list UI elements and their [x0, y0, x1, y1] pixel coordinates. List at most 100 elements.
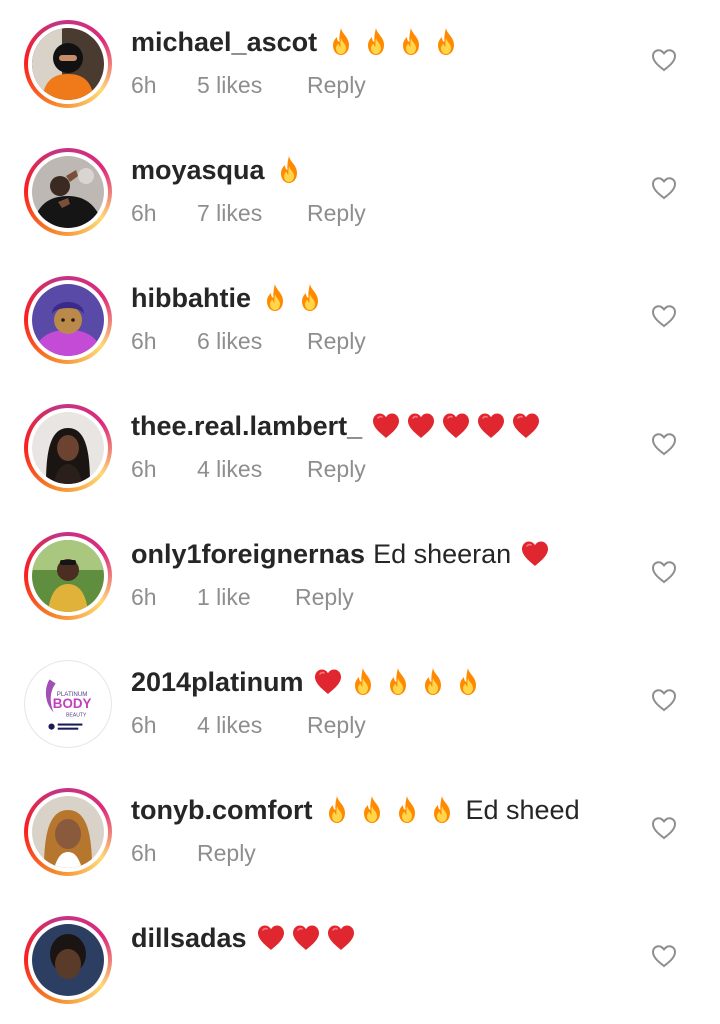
- avatar[interactable]: [24, 916, 112, 1004]
- avatar[interactable]: PLATINUM BODY BEAUTY: [24, 660, 112, 748]
- red-heart-emoji-icon: [255, 922, 287, 954]
- comment-meta: 6h 7 likes Reply: [131, 198, 366, 228]
- comment-body: 2014platinum: [131, 662, 484, 702]
- avatar-image: [32, 28, 104, 100]
- comment-body: only1foreignernas Ed sheeran: [131, 534, 551, 574]
- likes-count[interactable]: 4 likes: [197, 712, 307, 739]
- fire-emoji-icon: [430, 26, 462, 58]
- fire-emoji-icon: [356, 794, 388, 826]
- avatar[interactable]: [24, 532, 112, 620]
- reply-button[interactable]: Reply: [307, 200, 366, 227]
- comment-row: dillsadas: [0, 896, 720, 1024]
- comment-meta: 6h 1 like Reply: [131, 582, 354, 612]
- comment-row: thee.real.lambert_ 6h 4 likes Reply: [0, 384, 720, 512]
- likes-count[interactable]: 1 like: [197, 584, 295, 611]
- avatar-frame: [28, 408, 108, 488]
- avatar-frame: PLATINUM BODY BEAUTY: [25, 661, 111, 747]
- fire-emoji-icon: [259, 282, 291, 314]
- comment-body: tonyb.comfort Ed sheed: [131, 790, 580, 830]
- username-link[interactable]: tonyb.comfort: [131, 795, 313, 826]
- reply-button[interactable]: Reply: [295, 584, 354, 611]
- emoji-group: [519, 538, 551, 570]
- comment-row: PLATINUM BODY BEAUTY 2014platinum 6h 4 likes R…: [0, 640, 720, 768]
- heart-outline-icon[interactable]: [651, 304, 677, 328]
- fire-emoji-icon: [395, 26, 427, 58]
- emoji-group: [255, 922, 357, 954]
- avatar[interactable]: [24, 788, 112, 876]
- comment-body: michael_ascot: [131, 22, 462, 62]
- fire-emoji-icon: [273, 154, 305, 186]
- comment-text: Ed sheed: [465, 794, 580, 825]
- likes-count[interactable]: 5 likes: [197, 72, 307, 99]
- emoji-group: [259, 282, 326, 314]
- comment-meta: 6h 5 likes Reply: [131, 70, 366, 100]
- logo-line3: BEAUTY: [66, 712, 87, 718]
- emoji-group: [312, 666, 484, 698]
- red-heart-emoji-icon: [475, 410, 507, 442]
- username-link[interactable]: dillsadas: [131, 923, 247, 954]
- heart-outline-icon[interactable]: [651, 944, 677, 968]
- comment-body: moyasqua: [131, 150, 305, 190]
- comment-body: thee.real.lambert_: [131, 406, 542, 446]
- avatar-frame: [28, 536, 108, 616]
- username-link[interactable]: 2014platinum: [131, 667, 304, 698]
- reply-button[interactable]: Reply: [197, 840, 256, 867]
- username-link[interactable]: only1foreignernas: [131, 539, 365, 570]
- reply-button[interactable]: Reply: [307, 328, 366, 355]
- username-link[interactable]: moyasqua: [131, 155, 265, 186]
- comment-meta: 6h 6 likes Reply: [131, 326, 366, 356]
- comment-meta: 6h 4 likes Reply: [131, 710, 366, 740]
- reply-button[interactable]: Reply: [307, 712, 366, 739]
- avatar[interactable]: [24, 276, 112, 364]
- heart-outline-icon[interactable]: [651, 432, 677, 456]
- username-link[interactable]: michael_ascot: [131, 27, 317, 58]
- fire-emoji-icon: [294, 282, 326, 314]
- heart-outline-icon[interactable]: [651, 560, 677, 584]
- fire-emoji-icon: [360, 26, 392, 58]
- comment-row: only1foreignernas Ed sheeran 6h 1 like Reply: [0, 512, 720, 640]
- logo-line2: BODY: [53, 696, 92, 711]
- heart-outline-icon[interactable]: [651, 688, 677, 712]
- avatar[interactable]: [24, 148, 112, 236]
- emoji-group: [370, 410, 542, 442]
- timestamp: 6h: [131, 583, 157, 610]
- timestamp: 6h: [131, 71, 157, 98]
- avatar-frame: [28, 24, 108, 104]
- avatar-image: [32, 540, 104, 612]
- timestamp: 6h: [131, 839, 157, 866]
- avatar-image: [32, 412, 104, 484]
- comment-row: moyasqua 6h 7 likes Reply: [0, 128, 720, 256]
- emoji-group: [325, 26, 462, 58]
- avatar-frame: [28, 792, 108, 872]
- avatar-image: [32, 924, 104, 996]
- likes-count[interactable]: 6 likes: [197, 328, 307, 355]
- avatar-frame: [28, 920, 108, 1000]
- comment-body: dillsadas: [131, 918, 357, 958]
- red-heart-emoji-icon: [325, 922, 357, 954]
- avatar-image: [32, 156, 104, 228]
- username-link[interactable]: hibbahtie: [131, 283, 251, 314]
- avatar-image: PLATINUM BODY BEAUTY: [31, 667, 105, 741]
- heart-outline-icon[interactable]: [651, 816, 677, 840]
- reply-button[interactable]: Reply: [307, 456, 366, 483]
- reply-button[interactable]: Reply: [307, 72, 366, 99]
- red-heart-emoji-icon: [440, 410, 472, 442]
- avatar-image: [32, 284, 104, 356]
- comment-text: Ed sheeran: [373, 538, 512, 569]
- comment-row: michael_ascot 6h 5 likes Reply: [0, 0, 720, 128]
- fire-emoji-icon: [391, 794, 423, 826]
- fire-emoji-icon: [347, 666, 379, 698]
- avatar[interactable]: [24, 404, 112, 492]
- fire-emoji-icon: [321, 794, 353, 826]
- timestamp: 6h: [131, 455, 157, 482]
- comment-row: hibbahtie 6h 6 likes Reply: [0, 256, 720, 384]
- heart-outline-icon[interactable]: [651, 48, 677, 72]
- likes-count[interactable]: 4 likes: [197, 456, 307, 483]
- fire-emoji-icon: [325, 26, 357, 58]
- likes-count[interactable]: 7 likes: [197, 200, 307, 227]
- avatar-image: [32, 796, 104, 868]
- avatar[interactable]: [24, 20, 112, 108]
- username-link[interactable]: thee.real.lambert_: [131, 411, 362, 442]
- comment-row: tonyb.comfort Ed sheed 6h Reply: [0, 768, 720, 896]
- heart-outline-icon[interactable]: [651, 176, 677, 200]
